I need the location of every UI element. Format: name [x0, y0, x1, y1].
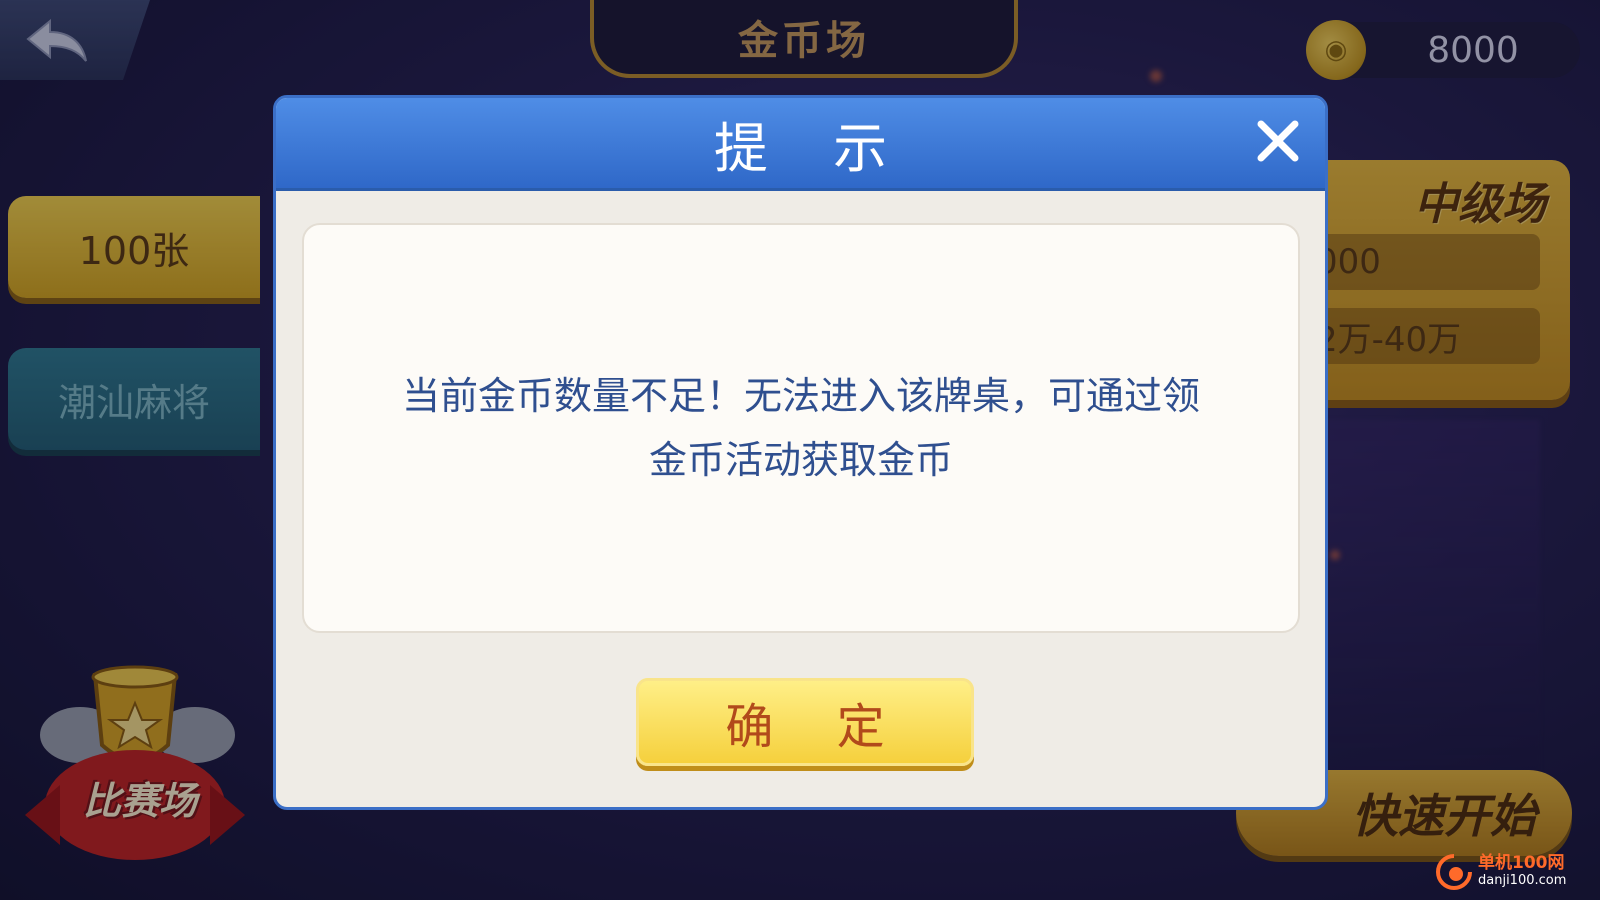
message-box: 当前金币数量不足！无法进入该牌桌，可通过领 金币活动获取金币	[302, 223, 1300, 633]
back-arrow-icon	[26, 18, 87, 62]
dialog-message-line: 当前金币数量不足！无法进入该牌桌，可通过领	[401, 374, 1200, 418]
tab-100-cards[interactable]: 100张	[8, 196, 260, 298]
title-plate: 金币场	[590, 0, 1018, 78]
background-light	[1330, 550, 1340, 560]
tab-label: 潮汕麻将	[57, 380, 210, 425]
alert-dialog: 提 示 当前金币数量不足！无法进入该牌桌，可通过领 金币活动获取金币 确 定	[273, 95, 1328, 810]
dialog-title: 提 示	[713, 116, 912, 180]
watermark-name: 单机100网	[1478, 853, 1565, 873]
close-icon	[1257, 120, 1299, 162]
watermark-url: danji100.com	[1478, 873, 1567, 888]
room-card-title: 中级场	[1414, 179, 1546, 230]
dialog-header: 提 示	[276, 98, 1325, 191]
dialog-message-line: 金币活动获取金币	[648, 438, 953, 482]
confirm-label: 确 定	[725, 699, 909, 755]
contest-label: 比赛场	[82, 779, 197, 823]
coin-icon: ◉	[1306, 20, 1366, 80]
back-button[interactable]	[0, 0, 150, 80]
room-card-range-value: 2万-40万	[1310, 308, 1540, 364]
tab-chaoshan-mahjong[interactable]: 潮汕麻将	[8, 348, 260, 450]
room-card-intermediate[interactable]: 中级场 000 2万-40万	[1290, 160, 1570, 400]
room-card-entry-value: 000	[1310, 234, 1540, 290]
watermark: 单机100网 danji100.com	[1434, 850, 1594, 894]
background-light	[1150, 70, 1162, 82]
quick-start-label: 快速开始	[1352, 789, 1536, 843]
confirm-button[interactable]: 确 定	[636, 678, 974, 766]
tab-label: 100张	[78, 228, 190, 273]
coin-balance: ◉ 8000	[1306, 20, 1580, 80]
dialog-message: 当前金币数量不足！无法进入该牌桌，可通过领 金币活动获取金币	[402, 364, 1200, 492]
watermark-logo-icon	[1436, 854, 1472, 890]
coin-balance-value: 8000	[1427, 29, 1519, 71]
page-title: 金币场	[738, 18, 870, 64]
close-button[interactable]	[1245, 108, 1311, 174]
trophy-icon[interactable]	[20, 665, 250, 865]
